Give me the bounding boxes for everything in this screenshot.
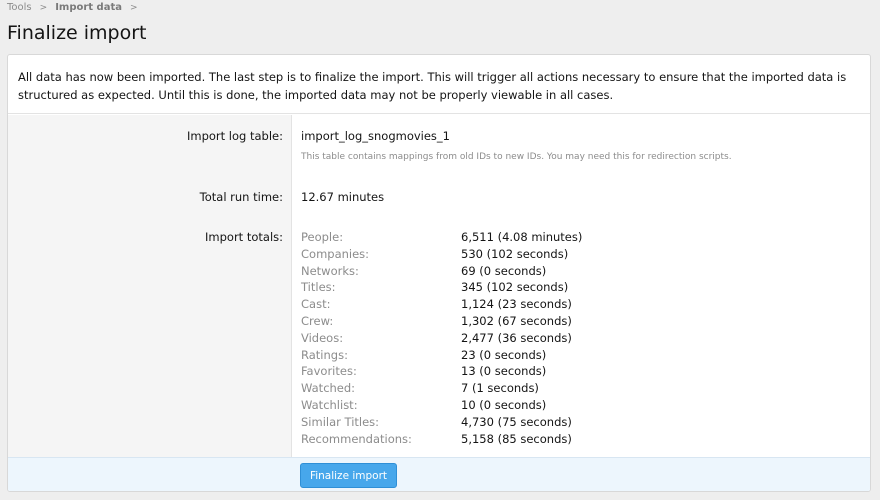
total-row: Watchlist: 10 (0 seconds): [301, 398, 701, 415]
breadcrumb: Tools > Import data >: [7, 2, 146, 13]
total-name: Watched:: [301, 381, 356, 396]
total-amount: 23 (0 seconds): [461, 347, 547, 362]
total-row: Crew: 1,302 (67 seconds): [301, 314, 701, 331]
total-name: Companies:: [301, 246, 370, 261]
log-table-label: Import log table:: [186, 129, 283, 143]
form-body: Import log table: Total run time: Import…: [8, 115, 870, 457]
total-row: Videos: 2,477 (36 seconds): [301, 331, 701, 348]
run-time-label: Total run time:: [199, 190, 283, 204]
breadcrumb-item-import-data[interactable]: Import data: [55, 2, 122, 13]
total-name: Crew:: [301, 313, 334, 328]
total-row: Ratings: 23 (0 seconds): [301, 348, 701, 365]
finalize-import-panel: All data has now been imported. The last…: [7, 54, 871, 492]
total-name: Watchlist:: [301, 397, 358, 412]
total-name: Titles:: [301, 280, 336, 295]
import-totals-list: People: 6,511 (4.08 minutes) Companies: 530…: [301, 230, 701, 448]
chevron-right-icon: >: [129, 2, 138, 13]
total-row: People: 6,511 (4.08 minutes): [301, 230, 701, 247]
total-amount: 5,158 (85 seconds): [461, 431, 572, 446]
total-name: Cast:: [301, 297, 331, 312]
total-amount: 13 (0 seconds): [461, 364, 547, 379]
breadcrumb-item-tools[interactable]: Tools: [7, 2, 32, 13]
total-row: Networks: 69 (0 seconds): [301, 264, 701, 281]
finalize-import-button[interactable]: Finalize import: [300, 463, 397, 488]
total-name: Ratings:: [301, 347, 348, 362]
total-amount: 345 (102 seconds): [461, 280, 569, 295]
total-amount: 2,477 (36 seconds): [461, 330, 572, 345]
total-row: Favorites: 13 (0 seconds): [301, 364, 701, 381]
total-amount: 10 (0 seconds): [461, 397, 547, 412]
total-amount: 69 (0 seconds): [461, 263, 547, 278]
total-name: Recommendations:: [301, 431, 412, 446]
total-amount: 1,302 (67 seconds): [461, 313, 572, 328]
total-row: Watched: 7 (1 seconds): [301, 381, 701, 398]
total-amount: 6,511 (4.08 minutes): [461, 230, 583, 244]
total-amount: 530 (102 seconds): [461, 246, 569, 261]
import-totals-label: Import totals:: [205, 230, 283, 244]
total-row: Recommendations: 5,158 (85 seconds): [301, 432, 701, 449]
total-amount: 7 (1 seconds): [461, 381, 539, 396]
total-name: Networks:: [301, 263, 359, 278]
total-row: Titles: 345 (102 seconds): [301, 280, 701, 297]
intro-text: All data has now been imported. The last…: [8, 55, 870, 114]
run-time-value: 12.67 minutes: [301, 190, 385, 204]
page-title: Finalize import: [7, 22, 147, 44]
label-column: Import log table: Total run time: Import…: [8, 115, 292, 457]
total-name: People:: [301, 230, 344, 244]
total-row: Similar Titles: 4,730 (75 seconds): [301, 415, 701, 432]
total-name: Favorites:: [301, 364, 357, 379]
log-table-hint: This table contains mappings from old ID…: [301, 152, 732, 162]
total-amount: 1,124 (23 seconds): [461, 297, 572, 312]
form-footer: Finalize import: [8, 457, 870, 491]
total-amount: 4,730 (75 seconds): [461, 414, 572, 429]
total-row: Cast: 1,124 (23 seconds): [301, 297, 701, 314]
chevron-right-icon: >: [39, 2, 48, 13]
total-row: Companies: 530 (102 seconds): [301, 247, 701, 264]
total-name: Videos:: [301, 330, 344, 345]
log-table-value: import_log_snogmovies_1: [301, 129, 450, 143]
total-name: Similar Titles:: [301, 414, 380, 429]
